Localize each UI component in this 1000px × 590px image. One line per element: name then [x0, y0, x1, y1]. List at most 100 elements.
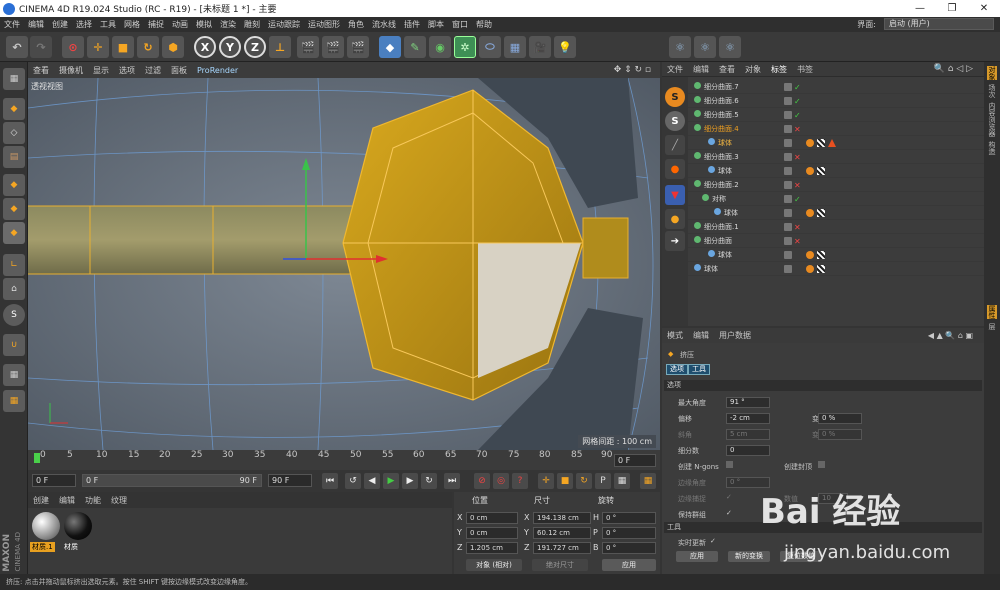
make-editable-icon[interactable]: ▦ — [3, 68, 25, 90]
dot-icon[interactable]: ● — [665, 159, 685, 179]
visibility-toggle[interactable] — [784, 125, 792, 133]
polygons-mode-icon[interactable]: ◆ — [3, 222, 25, 244]
viewport-menu-camera[interactable]: 摄像机 — [59, 65, 83, 76]
end-frame-field[interactable]: 90 F — [268, 474, 312, 487]
ngons-checkbox[interactable] — [726, 461, 733, 468]
interface-select[interactable]: 启动 (用户) — [884, 18, 994, 30]
size-y-field[interactable]: 60.12 cm — [533, 527, 591, 539]
x-axis-lock-button[interactable]: X — [194, 36, 216, 58]
mat-menu-texture[interactable]: 纹理 — [111, 495, 127, 506]
side-tab-takes[interactable]: 场次 — [987, 84, 997, 98]
size-mode-select[interactable]: 绝对尺寸 — [532, 559, 588, 571]
frame-range-slider[interactable]: 0 F 90 F — [82, 474, 262, 487]
obj-menu-view[interactable]: 查看 — [719, 64, 735, 75]
snap-icon[interactable]: S — [3, 304, 25, 326]
rotate-icon[interactable]: ↻ — [137, 36, 159, 58]
arrow-icon[interactable]: ➔ — [665, 231, 685, 251]
visibility-toggle[interactable] — [784, 111, 792, 119]
start-frame-field[interactable]: 0 F — [32, 474, 76, 487]
visibility-toggle[interactable] — [784, 223, 792, 231]
attr-menu-edit[interactable]: 编辑 — [693, 330, 709, 341]
render-picture-viewer-icon[interactable]: 🎬 — [322, 36, 344, 58]
visibility-toggle[interactable] — [784, 139, 792, 147]
cube-icon[interactable]: ◆ — [379, 36, 401, 58]
close-button[interactable]: ✕ — [968, 0, 1000, 17]
enable-toggle[interactable]: ✓ — [794, 95, 801, 108]
menu-snap[interactable]: 捕捉 — [148, 19, 164, 30]
attr-nav-icon[interactable]: ◀ ▲ 🔍 ⌂ ▣ — [928, 331, 973, 340]
viewport-scene[interactable] — [28, 78, 660, 450]
z-axis-lock-button[interactable]: Z — [244, 36, 266, 58]
viewport-menu-display[interactable]: 显示 — [93, 65, 109, 76]
object-row[interactable]: 细分曲面.5 ✓ — [688, 109, 984, 122]
xyz-icon[interactable]: ● — [665, 209, 685, 229]
enable-toggle[interactable]: ✓ — [794, 81, 801, 94]
key-rotation-icon[interactable]: ↻ — [576, 473, 592, 489]
floor-icon[interactable]: ▦ — [504, 36, 526, 58]
snap-s-icon[interactable]: S — [665, 87, 685, 107]
obj-menu-bookmarks[interactable]: 书签 — [797, 64, 813, 75]
phong-tag-icon[interactable] — [806, 167, 814, 175]
enable-toggle[interactable]: ✕ — [794, 221, 801, 234]
magnet-icon[interactable]: ∪ — [3, 334, 25, 356]
size-x-field[interactable]: 194.138 cm — [533, 512, 591, 524]
enable-toggle[interactable]: ✕ — [794, 123, 801, 136]
offset-field[interactable]: -2 cm — [726, 413, 770, 424]
menu-window[interactable]: 窗口 — [452, 19, 468, 30]
menu-pipeline[interactable]: 流水线 — [372, 19, 396, 30]
menu-mograph[interactable]: 运动图形 — [308, 19, 340, 30]
subdiv-field[interactable]: 0 — [726, 445, 770, 456]
rotation-h-field[interactable]: 0 ° — [602, 512, 656, 524]
perspective-viewport[interactable]: 透视视图 网格间距 : 100 cm — [28, 78, 660, 450]
menu-mesh[interactable]: 网格 — [124, 19, 140, 30]
edges-mode-icon[interactable]: ◆ — [3, 198, 25, 220]
menu-sculpt[interactable]: 雕刻 — [244, 19, 260, 30]
key-position-icon[interactable]: ✛ — [538, 473, 554, 489]
size-z-field[interactable]: 191.727 cm — [533, 542, 591, 554]
visibility-toggle[interactable] — [784, 209, 792, 217]
viewport-menu-prorender[interactable]: ProRender — [197, 66, 238, 75]
object-row[interactable]: 球体 — [688, 165, 984, 178]
bevel-field[interactable]: 5 cm — [726, 429, 770, 440]
texture-tag-icon[interactable] — [817, 139, 825, 147]
panel-layout-icon[interactable]: ⚛ — [719, 36, 741, 58]
attr-menu-userdata[interactable]: 用户数据 — [719, 330, 751, 341]
mat-menu-edit[interactable]: 编辑 — [59, 495, 75, 506]
object-row[interactable]: 球体 — [688, 263, 984, 276]
texture-tag-icon[interactable] — [817, 209, 825, 217]
enable-toggle[interactable]: ✕ — [794, 151, 801, 164]
phong-tag-icon[interactable] — [806, 251, 814, 259]
timeline-window-icon[interactable]: ▦ — [640, 473, 656, 489]
panel-layout-icon[interactable]: ⚛ — [694, 36, 716, 58]
visibility-toggle[interactable] — [784, 237, 792, 245]
enable-toggle[interactable]: ✓ — [794, 193, 801, 206]
snap-s2-icon[interactable]: S — [665, 111, 685, 131]
menu-create[interactable]: 创建 — [52, 19, 68, 30]
obj-menu-tags[interactable]: 标签 — [771, 64, 787, 75]
side-tab-objects[interactable]: 对象 — [987, 66, 997, 80]
realtime-checkbox[interactable]: ✓ — [710, 537, 716, 545]
prev-key-icon[interactable]: ↺ — [345, 473, 361, 489]
viewport-menu-view[interactable]: 查看 — [33, 65, 49, 76]
menu-tools[interactable]: 工具 — [100, 19, 116, 30]
viewport-menu-filter[interactable]: 过滤 — [145, 65, 161, 76]
scale-icon[interactable]: ■ — [112, 36, 134, 58]
render-view-icon[interactable]: 🎬 — [297, 36, 319, 58]
camera-icon[interactable]: 🎥 — [529, 36, 551, 58]
texture-mode-icon[interactable]: ◇ — [3, 122, 25, 144]
play-icon[interactable]: ▶ — [383, 473, 399, 489]
edge-snap-checkbox[interactable]: ✓ — [726, 493, 732, 501]
search-icon[interactable]: 🔍 ⌂ ◁ ▷ — [934, 64, 973, 74]
menu-render[interactable]: 渲染 — [220, 19, 236, 30]
viewport-menu-panel[interactable]: 面板 — [171, 65, 187, 76]
next-key-icon[interactable]: ↻ — [421, 473, 437, 489]
deformer-icon[interactable]: ⬭ — [479, 36, 501, 58]
warning-icon[interactable] — [828, 139, 836, 147]
visibility-toggle[interactable] — [784, 97, 792, 105]
menu-help[interactable]: 帮助 — [476, 19, 492, 30]
position-z-field[interactable]: 1.205 cm — [466, 542, 518, 554]
coordinate-mode-select[interactable]: 对象 (相对) — [466, 559, 522, 571]
visibility-toggle[interactable] — [784, 153, 792, 161]
object-row[interactable]: 球体 — [688, 137, 984, 150]
light-icon[interactable]: 💡 — [554, 36, 576, 58]
